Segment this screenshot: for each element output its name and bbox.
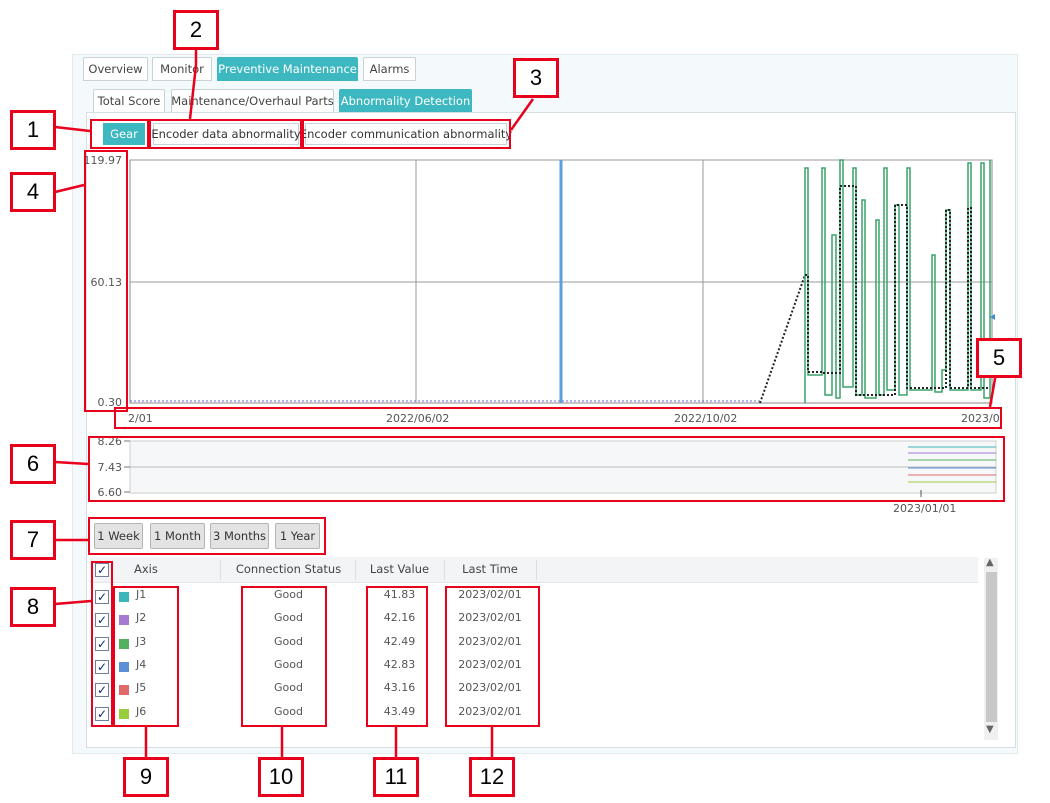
callout-1: 1 [10, 110, 56, 150]
callout-2: 2 [173, 10, 219, 50]
callout-11: 11 [373, 757, 419, 797]
callout-6: 6 [10, 444, 56, 484]
callout-3: 3 [513, 58, 559, 98]
callout-9: 9 [123, 757, 169, 797]
callout-12: 12 [469, 757, 515, 797]
callout-4: 4 [10, 172, 56, 212]
callout-7: 7 [10, 520, 56, 560]
callout-10: 10 [258, 757, 304, 797]
callout-leaders [54, 50, 1001, 757]
callout-8: 8 [10, 587, 56, 627]
callout-5: 5 [976, 338, 1022, 378]
